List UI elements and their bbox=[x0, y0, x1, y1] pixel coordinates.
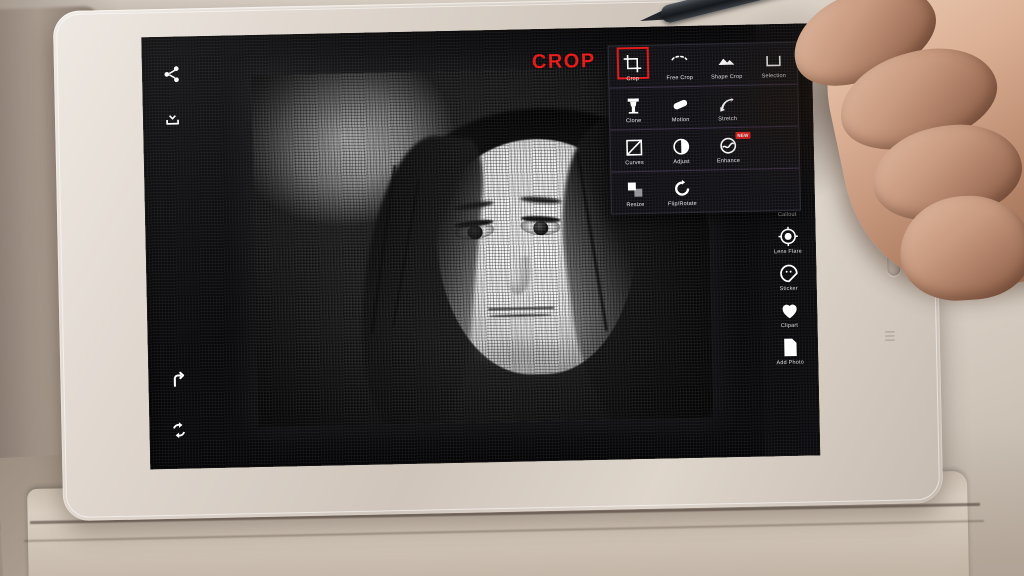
menu-item-flip-rotate[interactable]: Flip/Rotate bbox=[658, 171, 706, 213]
photo-of-tablet-scene: SAMSUNG ⊓ ☰ bbox=[0, 0, 1024, 576]
share-button[interactable] bbox=[156, 58, 187, 89]
menu-item-free-crop[interactable]: Free Crop bbox=[656, 45, 704, 87]
menu-item-label: Clone bbox=[625, 117, 642, 125]
menu-row: Curves Adjust NEW Enhance bbox=[610, 126, 800, 173]
right-tool-label: Callout bbox=[777, 211, 797, 219]
menu-item-label: Free Crop bbox=[666, 74, 694, 82]
tools-dropdown-menu[interactable]: Crop Free Crop Shape Crop Selection Clon… bbox=[607, 41, 802, 215]
menu-row: Clone Motion Stretch bbox=[609, 84, 799, 131]
resize-icon bbox=[625, 179, 645, 199]
shape-crop-icon bbox=[716, 51, 736, 71]
right-tool-sticker[interactable]: Sticker bbox=[762, 261, 815, 292]
redo-icon bbox=[169, 420, 188, 439]
right-tool-label: Add Photo bbox=[776, 359, 805, 367]
menu-item-clone[interactable]: Clone bbox=[609, 88, 657, 130]
lens-flare-icon bbox=[776, 225, 798, 247]
menu-item-label: Enhance bbox=[716, 157, 741, 165]
redo-button[interactable] bbox=[163, 414, 194, 445]
share-icon bbox=[161, 64, 180, 83]
heart-clipart-icon bbox=[778, 299, 800, 321]
menu-item-resize[interactable]: Resize bbox=[611, 172, 659, 214]
flip-rotate-icon bbox=[672, 178, 692, 198]
menu-item-label: Adjust bbox=[673, 158, 690, 166]
crop-annotation-label: CROP bbox=[531, 49, 596, 74]
contrast-icon bbox=[671, 136, 691, 156]
recent-apps-key-icon[interactable]: ⊓ bbox=[881, 134, 891, 150]
undo-button[interactable] bbox=[162, 364, 193, 395]
menu-item-crop[interactable]: Crop bbox=[609, 46, 657, 88]
menu-item-label: Shape Crop bbox=[711, 73, 743, 81]
menu-item-label: Selection bbox=[761, 72, 787, 80]
right-tool-label: Lens Flare bbox=[773, 248, 803, 256]
clone-stamp-icon bbox=[623, 95, 643, 115]
menu-item-shape-crop[interactable]: Shape Crop bbox=[703, 44, 751, 86]
menu-item-label: Crop bbox=[626, 76, 640, 83]
menu-item-motion[interactable]: Motion bbox=[656, 87, 704, 129]
undo-icon bbox=[168, 370, 187, 389]
menu-item-label: Resize bbox=[626, 201, 645, 209]
menu-item-label: Motion bbox=[671, 116, 690, 124]
motion-icon bbox=[670, 94, 690, 114]
right-tool-lens-flare[interactable]: Lens Flare bbox=[761, 224, 814, 255]
menu-item-label: Stretch bbox=[718, 115, 738, 123]
samsung-tablet: SAMSUNG ⊓ ☰ bbox=[52, 0, 944, 522]
menu-item-enhance[interactable]: NEW Enhance bbox=[704, 128, 752, 170]
crop-icon bbox=[616, 46, 649, 80]
selection-icon bbox=[763, 50, 783, 70]
right-tool-add-photo[interactable]: Add Photo bbox=[764, 335, 817, 366]
save-button[interactable] bbox=[157, 102, 188, 133]
home-button[interactable] bbox=[886, 211, 901, 276]
menu-item-selection[interactable]: Selection bbox=[750, 43, 798, 85]
menu-item-stretch[interactable]: Stretch bbox=[703, 86, 751, 128]
back-key-icon[interactable]: ☰ bbox=[884, 329, 896, 345]
right-tool-label: Sticker bbox=[779, 285, 798, 293]
menu-item-adjust[interactable]: Adjust bbox=[657, 129, 705, 171]
photo-editor-app: CROP Crop Free Crop Shape Crop Selection… bbox=[141, 23, 821, 469]
tablet-screen: CROP Crop Free Crop Shape Crop Selection… bbox=[141, 23, 821, 470]
menu-row: Crop Free Crop Shape Crop Selection bbox=[608, 42, 798, 89]
stretch-icon bbox=[717, 93, 737, 113]
curves-icon bbox=[624, 137, 644, 157]
right-tool-clipart[interactable]: Clipart bbox=[763, 298, 816, 329]
menu-item-curves[interactable]: Curves bbox=[610, 130, 658, 172]
new-badge: NEW bbox=[735, 131, 751, 140]
add-photo-icon bbox=[779, 336, 801, 358]
right-tool-label: Clipart bbox=[780, 322, 799, 330]
menu-row: Resize Flip/Rotate bbox=[611, 169, 800, 214]
left-toolbar bbox=[141, 36, 208, 469]
free-crop-icon bbox=[669, 52, 689, 72]
menu-item-label: Curves bbox=[625, 159, 644, 167]
download-icon bbox=[162, 108, 181, 127]
sticker-icon bbox=[777, 262, 799, 284]
menu-item-label: Flip/Rotate bbox=[667, 200, 697, 208]
